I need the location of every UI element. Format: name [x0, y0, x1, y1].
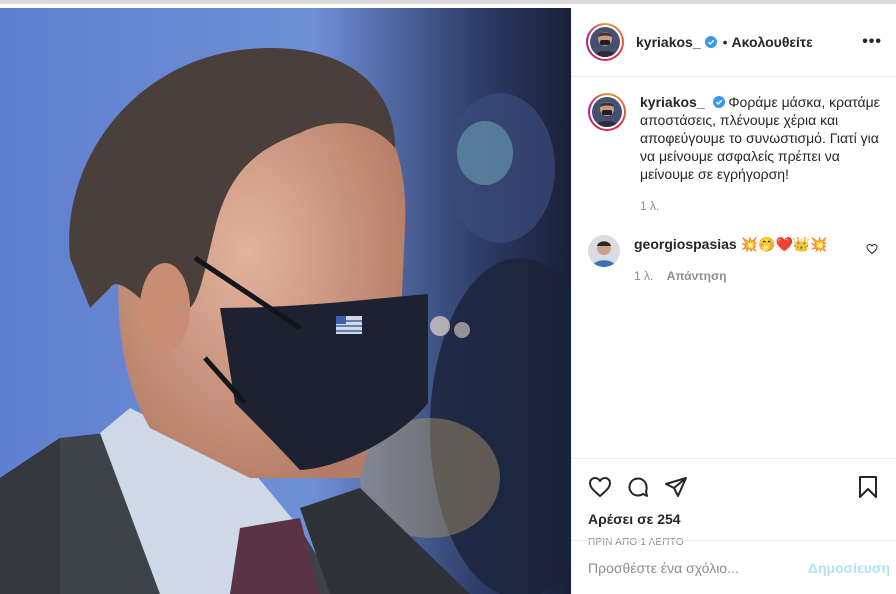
separator-dot: • — [722, 34, 728, 50]
avatar-image — [588, 235, 620, 267]
comment-text: 💥🤭❤️👑💥 — [740, 236, 828, 252]
commenter-username[interactable]: georgiospasias — [634, 236, 737, 252]
author-username[interactable]: kyriakos_ — [636, 34, 701, 50]
verified-badge-icon — [704, 36, 717, 48]
author-avatar[interactable] — [586, 23, 624, 61]
avatar-image — [592, 97, 622, 127]
caption-username[interactable]: kyriakos_ — [640, 94, 705, 110]
like-comment-heart-icon[interactable] — [866, 243, 878, 255]
reply-button[interactable]: Απάντηση — [667, 269, 727, 283]
comment-bubble-icon[interactable] — [626, 475, 650, 499]
verified-badge-icon — [712, 96, 725, 108]
save-bookmark-icon[interactable] — [856, 475, 880, 499]
more-options-icon[interactable]: ••• — [862, 33, 882, 51]
comment-item: georgiospasias 💥🤭❤️👑💥 1 λ. Απάντηση — [588, 235, 880, 285]
post-photo[interactable] — [0, 8, 571, 594]
likes-count[interactable]: Αρέσει σε 254 — [588, 511, 880, 527]
post-actions: Αρέσει σε 254 ΠΡΙΝ ΑΠΟ 1 ΛΕΠΤΟ — [572, 458, 896, 548]
post-header: kyriakos_ • Ακολουθείτε ••• — [572, 8, 896, 77]
post-comment-button[interactable]: Δημοσίευση — [808, 560, 890, 576]
comments-list: kyriakos_ Φοράμε μάσκα, κρατάμε αποστάσε… — [572, 77, 896, 455]
following-button[interactable]: Ακολουθείτε — [732, 34, 813, 50]
post-side-panel: kyriakos_ • Ακολουθείτε ••• kyriakos_ Φο… — [571, 8, 896, 594]
caption: kyriakos_ Φοράμε μάσκα, κρατάμε αποστάσε… — [588, 93, 880, 215]
comment-time[interactable]: 1 λ. — [634, 269, 653, 283]
instagram-post: kyriakos_ • Ακολουθείτε ••• kyriakos_ Φο… — [0, 0, 896, 594]
like-heart-icon[interactable] — [588, 475, 612, 499]
caption-time[interactable]: 1 λ. — [640, 197, 880, 215]
share-send-icon[interactable] — [664, 475, 688, 499]
caption-avatar[interactable] — [588, 93, 626, 131]
avatar-image — [590, 27, 620, 57]
commenter-avatar[interactable] — [588, 235, 620, 267]
add-comment-bar: Προσθέστε ένα σχόλιο... Δημοσίευση — [572, 540, 896, 594]
comment-input[interactable]: Προσθέστε ένα σχόλιο... — [588, 560, 808, 576]
